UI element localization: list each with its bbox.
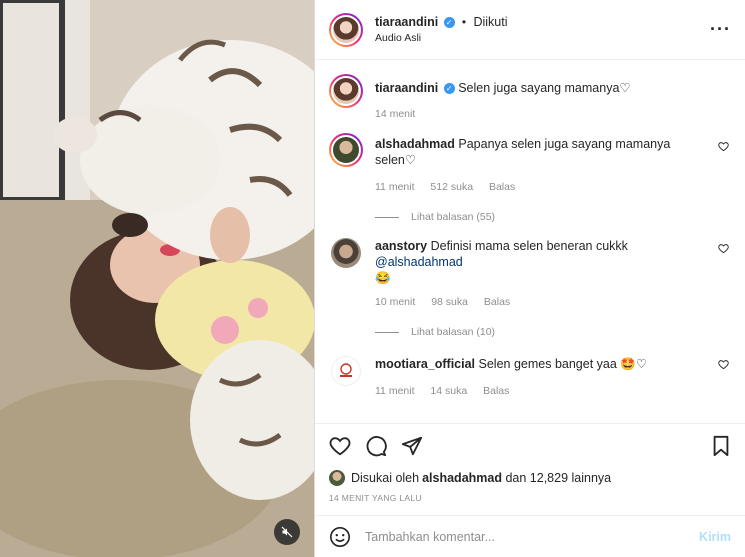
likes-summary: Disukai oleh alshadahmad dan 12,829 lain… — [315, 467, 745, 489]
comment-item: alshadahmad Papanya selen juga sayang ma… — [329, 133, 731, 223]
caption-username[interactable]: tiaraandini — [375, 81, 438, 95]
caption: tiaraandini ✓ Selen juga sayang mamanya♡… — [329, 74, 731, 120]
verified-badge-icon: ✓ — [443, 83, 455, 95]
liker-username[interactable]: alshadahmad — [422, 471, 502, 485]
comments-list: tiaraandini ✓ Selen juga sayang mamanya♡… — [315, 60, 745, 423]
separator-dot: • — [461, 15, 467, 29]
comment-likes[interactable]: 14 suka — [430, 385, 467, 397]
author-avatar[interactable] — [329, 12, 363, 47]
author-username[interactable]: tiaraandini — [375, 15, 438, 29]
liker-avatar[interactable] — [329, 470, 345, 486]
comment-username[interactable]: alshadahmad — [375, 137, 455, 151]
share-paper-plane-icon[interactable] — [401, 435, 423, 457]
audio-label[interactable]: Audio Asli — [375, 32, 710, 44]
comment-time: 11 menit — [375, 385, 415, 397]
replies-divider — [375, 331, 399, 333]
like-comment-heart-icon[interactable] — [718, 243, 729, 254]
comment-avatar[interactable] — [331, 356, 361, 386]
comment-item: aanstory Definisi mama selen beneran cuk… — [329, 238, 731, 338]
emoji-picker-icon[interactable] — [329, 526, 351, 548]
comment-emoji: 😂 — [375, 271, 391, 285]
mute-button[interactable] — [274, 519, 300, 545]
reply-button[interactable]: Balas — [489, 181, 515, 193]
view-replies-label[interactable]: Lihat balasan (55) — [411, 211, 495, 223]
verified-badge-icon: ✓ — [443, 17, 455, 29]
post-comment-button[interactable]: Kirim — [699, 530, 731, 544]
caption-avatar[interactable] — [329, 74, 363, 108]
comment-text: Selen gemes banget yaa 🤩♡ — [478, 357, 648, 371]
comment-time: 10 menit — [375, 296, 416, 308]
comment-bubble-icon[interactable] — [365, 435, 387, 457]
comment-avatar[interactable] — [329, 133, 363, 167]
video-frame — [0, 0, 314, 557]
caption-time: 14 menit — [375, 108, 416, 120]
comment-composer: Kirim — [315, 515, 745, 557]
comment-time: 11 menit — [375, 181, 415, 193]
action-bar — [315, 423, 745, 467]
caption-text: Selen juga sayang mamanya♡ — [458, 81, 631, 95]
post-timestamp[interactable]: 14 MENIT YANG LALU — [315, 489, 745, 515]
comment-text: Definisi mama selen beneran cukkk — [430, 239, 628, 253]
likes-prefix: Disukai oleh — [351, 471, 420, 485]
reply-button[interactable]: Balas — [484, 296, 510, 308]
like-heart-icon[interactable] — [329, 435, 351, 457]
speaker-muted-icon — [281, 526, 293, 538]
comment-input[interactable] — [365, 529, 700, 544]
replies-divider — [375, 216, 399, 218]
like-comment-heart-icon[interactable] — [718, 359, 729, 370]
comment-likes[interactable]: 512 suka — [430, 181, 473, 193]
comment-avatar[interactable] — [331, 238, 361, 268]
bookmark-icon[interactable] — [711, 435, 731, 457]
comment-likes[interactable]: 98 suka — [431, 296, 468, 308]
post-header: tiaraandini ✓ • Diikuti Audio Asli ··· — [315, 0, 745, 60]
brand-logo-icon — [340, 363, 352, 377]
comment-username[interactable]: aanstory — [375, 239, 427, 253]
likes-middle: dan — [501, 471, 530, 485]
view-replies-button[interactable]: Lihat balasan (55) — [375, 211, 709, 223]
post-video[interactable] — [0, 0, 314, 557]
instagram-post: tiaraandini ✓ • Diikuti Audio Asli ··· t… — [0, 0, 745, 557]
post-panel: tiaraandini ✓ • Diikuti Audio Asli ··· t… — [314, 0, 745, 557]
likes-count[interactable]: 12,829 lainnya — [530, 471, 611, 485]
follow-status[interactable]: Diikuti — [473, 15, 507, 29]
comment-username[interactable]: mootiara_official — [375, 357, 475, 371]
view-replies-label[interactable]: Lihat balasan (10) — [411, 326, 495, 338]
comment-mention[interactable]: @alshadahmad — [375, 255, 463, 269]
comment-item: mootiara_official Selen gemes banget yaa… — [329, 356, 731, 397]
view-replies-button[interactable]: Lihat balasan (10) — [375, 326, 709, 338]
reply-button[interactable]: Balas — [483, 385, 509, 397]
like-comment-heart-icon[interactable] — [718, 141, 729, 152]
more-options-icon[interactable]: ··· — [710, 19, 731, 40]
